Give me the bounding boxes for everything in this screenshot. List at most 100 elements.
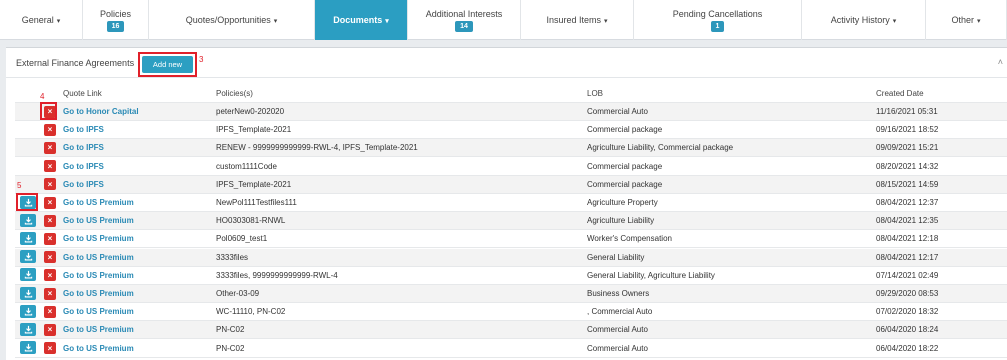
- quote-link[interactable]: Go to US Premium: [63, 307, 134, 316]
- top-navigation: General ▾ Policies 16 Quotes/Opportunities ▾ D…: [0, 0, 1007, 40]
- tab-general[interactable]: General ▾: [0, 0, 83, 40]
- row-actions: ×: [17, 248, 61, 266]
- policies-cell: PN-C02: [216, 325, 245, 335]
- delete-icon[interactable]: ×: [44, 123, 56, 136]
- download-icon[interactable]: [20, 304, 36, 318]
- download-icon[interactable]: [20, 213, 36, 227]
- created-date-cell: 06/04/2020 18:24: [876, 325, 939, 335]
- caret-down-icon: ▾: [273, 18, 278, 25]
- quote-link[interactable]: Go to US Premium: [63, 289, 134, 298]
- download-icon[interactable]: [20, 268, 36, 282]
- delete-icon[interactable]: ×: [44, 160, 56, 173]
- tab-activity-history[interactable]: Activity History ▾: [802, 0, 926, 40]
- row-actions: ×: [17, 339, 61, 357]
- quote-link[interactable]: Go to US Premium: [63, 234, 134, 243]
- count-badge: 14: [455, 20, 473, 32]
- quote-link[interactable]: Go to US Premium: [63, 216, 134, 225]
- external-finance-panel: External Finance Agreements Add new 3 ˄ …: [6, 47, 1007, 360]
- quote-link[interactable]: Go to US Premium: [63, 325, 134, 334]
- lob-cell: Commercial package: [587, 161, 663, 171]
- tab-label: Policies: [99, 8, 131, 19]
- policies-cell: PN-C02: [216, 343, 245, 353]
- tab-label: Insured Items: [546, 15, 601, 25]
- add-new-button[interactable]: Add new: [142, 56, 193, 73]
- lob-cell: General Liability: [587, 252, 645, 262]
- table-row: × Go to US Premium Pol0609_test1 Worker's C…: [15, 230, 1007, 249]
- created-date-cell: 09/29/2020 08:53: [876, 289, 939, 298]
- tab-additional-interests[interactable]: Additional Interests 14: [408, 0, 521, 40]
- caret-down-icon: ▾: [977, 18, 981, 25]
- policies-cell: Pol0609_test1: [216, 234, 268, 244]
- quote-link[interactable]: Go to IPFS: [63, 162, 104, 171]
- caret-down-icon: ▾: [604, 18, 608, 25]
- header-quote-link: Quote Link: [63, 89, 102, 98]
- row-actions: ×: [17, 303, 61, 321]
- quote-link[interactable]: Go to IPFS: [63, 143, 104, 152]
- quote-link[interactable]: Go to Honor Capital: [63, 107, 139, 116]
- table-row: × Go to US Premium 3333files, 999999999999…: [15, 267, 1007, 285]
- row-actions: ×: [17, 266, 61, 284]
- tab-documents[interactable]: Documents ▾: [315, 0, 408, 40]
- row-actions: ×: [17, 285, 61, 303]
- lob-cell: Commercial package: [587, 125, 663, 135]
- delete-icon[interactable]: ×: [44, 232, 56, 245]
- quote-link[interactable]: Go to US Premium: [63, 271, 134, 280]
- lob-cell: Agriculture Property: [587, 198, 658, 207]
- download-icon[interactable]: [20, 231, 36, 245]
- quote-link[interactable]: Go to US Premium: [63, 198, 134, 207]
- lob-cell: Commercial Auto: [587, 107, 648, 116]
- delete-icon[interactable]: ×: [44, 305, 56, 318]
- created-date-cell: 08/04/2021 12:35: [876, 216, 939, 226]
- annotation-label: 4: [40, 92, 45, 101]
- quote-link[interactable]: Go to IPFS: [63, 125, 104, 134]
- policies-cell: IPFS_Template-2021: [216, 179, 292, 189]
- row-actions: ×: [17, 139, 61, 157]
- lob-cell: Commercial Auto: [587, 343, 648, 353]
- download-icon[interactable]: [20, 322, 36, 336]
- delete-icon[interactable]: ×: [44, 342, 56, 355]
- created-date-cell: 08/04/2021 12:18: [876, 234, 939, 244]
- table-row: × Go to US Premium NewPol111Testfiles111 Ag…: [15, 194, 1007, 212]
- header-created-date: Created Date: [876, 89, 924, 98]
- lob-cell: General Liability, Agriculture Liability: [587, 270, 715, 280]
- created-date-cell: 08/04/2021 12:37: [876, 198, 939, 207]
- delete-icon[interactable]: ×: [44, 323, 56, 336]
- created-date-cell: 08/15/2021 14:59: [876, 179, 939, 189]
- table-row: × Go to US Premium PN-C02 Commercial Auto 06…: [15, 321, 1007, 340]
- caret-down-icon: ▾: [56, 18, 61, 25]
- table-row: × Go to IPFS RENEW - 9999999999999-RWL-4, …: [15, 139, 1007, 158]
- delete-icon[interactable]: ×: [44, 251, 56, 264]
- created-date-cell: 09/09/2021 15:21: [876, 143, 939, 153]
- download-icon[interactable]: [20, 341, 36, 355]
- created-date-cell: 11/16/2021 05:31: [876, 107, 938, 116]
- chevron-up-icon[interactable]: ˄: [998, 57, 1003, 67]
- delete-icon[interactable]: ×: [44, 287, 56, 300]
- policies-cell: RENEW - 9999999999999-RWL-4, IPFS_Templa…: [216, 143, 418, 153]
- quote-link[interactable]: Go to IPFS: [63, 180, 104, 189]
- delete-icon[interactable]: ×: [44, 196, 56, 209]
- delete-icon[interactable]: ×: [44, 269, 56, 282]
- quote-link[interactable]: Go to US Premium: [63, 253, 134, 262]
- tab-policies[interactable]: Policies 16: [83, 0, 149, 40]
- download-icon[interactable]: [20, 286, 36, 300]
- lob-cell: Commercial package: [587, 179, 663, 189]
- tab-other[interactable]: Other ▾: [926, 0, 1007, 40]
- row-actions: ×: [17, 230, 61, 248]
- tab-label: Activity History: [830, 15, 890, 25]
- delete-icon[interactable]: ×: [44, 214, 56, 227]
- delete-icon[interactable]: ×: [44, 141, 56, 154]
- policies-cell: HO0303081-RNWL: [216, 216, 286, 226]
- policies-cell: peterNew0-202020: [216, 107, 285, 116]
- tab-quotes-opportunities[interactable]: Quotes/Opportunities ▾: [149, 0, 315, 40]
- add-new-highlight: Add new: [138, 52, 197, 77]
- tab-label: Pending Cancellations: [672, 8, 763, 19]
- delete-icon[interactable]: ×: [44, 178, 56, 191]
- delete-highlight: [40, 102, 57, 120]
- quote-link[interactable]: Go to US Premium: [63, 344, 134, 353]
- tab-pending-cancellations[interactable]: Pending Cancellations 1: [634, 0, 802, 40]
- annotation-label: 3: [199, 55, 204, 64]
- tab-insured-items[interactable]: Insured Items ▾: [521, 0, 634, 40]
- caret-down-icon: ▾: [385, 18, 389, 25]
- policies-cell: 3333files: [216, 252, 249, 262]
- download-icon[interactable]: [20, 250, 36, 264]
